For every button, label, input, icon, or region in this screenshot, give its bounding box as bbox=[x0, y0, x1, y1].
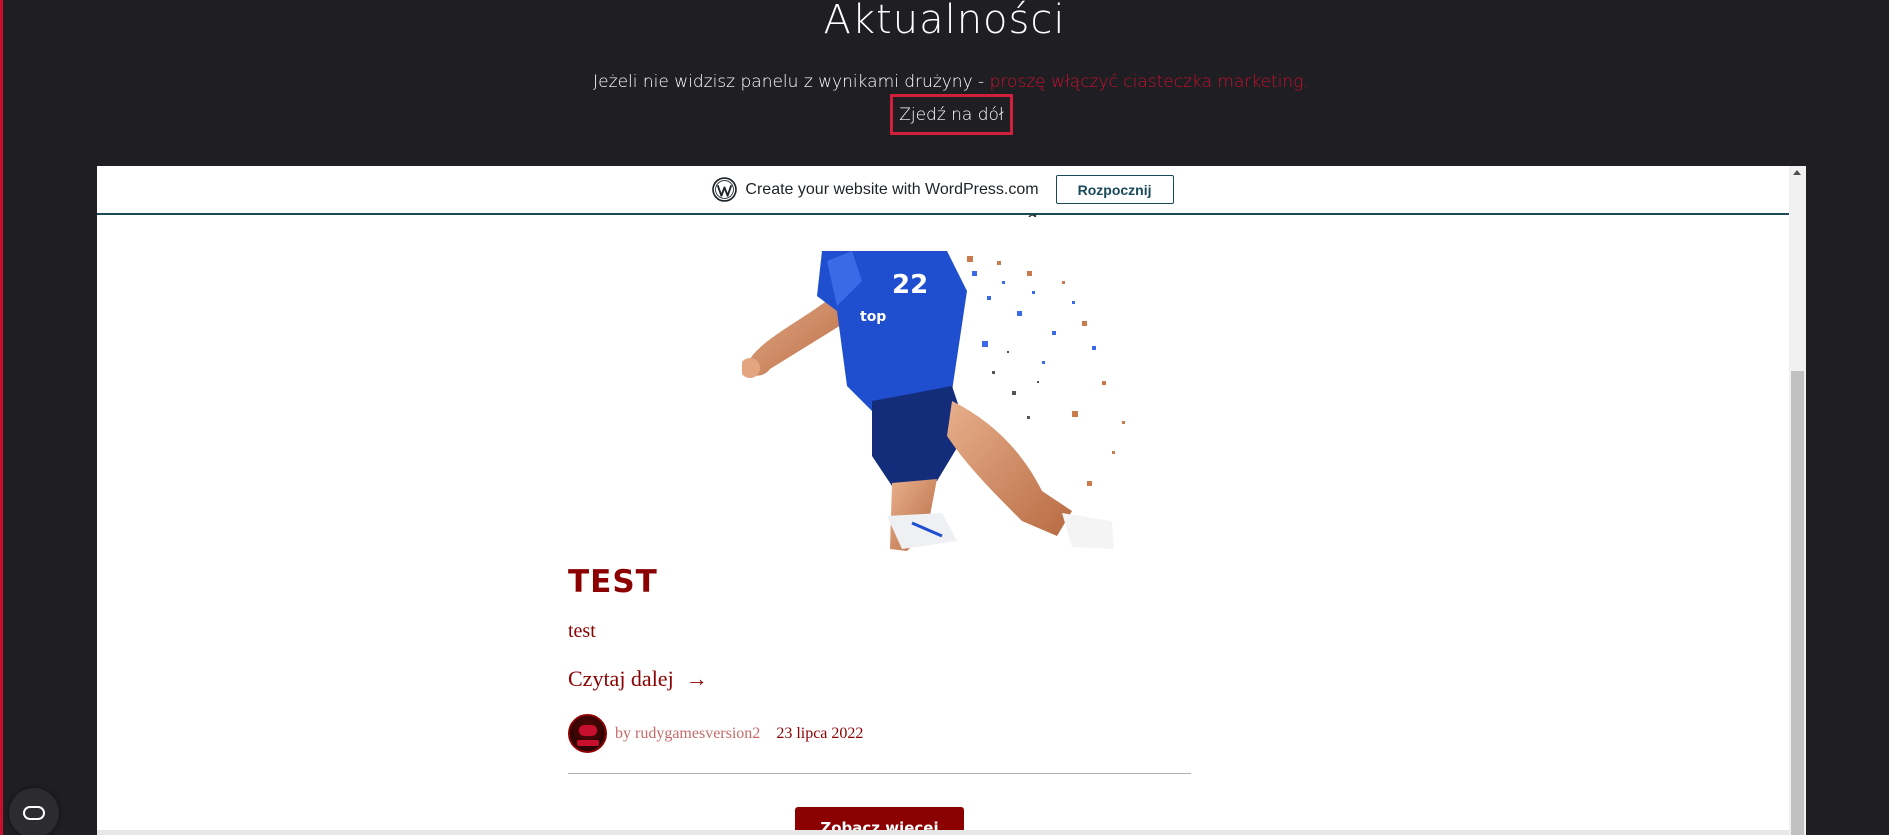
svg-text:top: top bbox=[860, 309, 886, 325]
frame-scrollbar[interactable] bbox=[1789, 166, 1806, 835]
scrollbar-thumb[interactable] bbox=[1791, 371, 1804, 835]
avatar-badge bbox=[576, 740, 599, 746]
wordpress-logo-icon[interactable] bbox=[712, 177, 738, 202]
cookie-notice: Jeżeli nie widzisz panelu z wynikami dru… bbox=[0, 72, 1889, 92]
read-more-label: Czytaj dalej bbox=[568, 666, 674, 691]
cookie-settings-button[interactable] bbox=[9, 788, 59, 835]
cookie-settings-icon bbox=[23, 806, 45, 820]
wordpress-banner: Create your website with WordPress.com R… bbox=[97, 166, 1789, 215]
embedded-news-frame: Create your website with WordPress.com R… bbox=[97, 166, 1806, 835]
scroll-down-button[interactable]: Zjedź na dół bbox=[890, 94, 1013, 135]
post-excerpt: test bbox=[568, 620, 596, 642]
post-title[interactable]: TEST bbox=[568, 564, 658, 600]
post-date[interactable]: 23 lipca 2022 bbox=[776, 725, 863, 743]
post-author[interactable]: by rudygamesversion2 bbox=[615, 725, 760, 743]
start-button[interactable]: Rozpocznij bbox=[1055, 175, 1174, 204]
frame-bottom-edge bbox=[97, 830, 1789, 835]
gamepad-icon bbox=[578, 725, 597, 736]
svg-text:22: 22 bbox=[892, 270, 928, 300]
enable-cookies-link[interactable]: proszę włączyć ciasteczka marketing. bbox=[990, 72, 1309, 92]
author-avatar[interactable] bbox=[568, 714, 607, 753]
wordpress-banner-text[interactable]: Create your website with WordPress.com bbox=[745, 181, 1038, 199]
post-meta: by rudygamesversion2 23 lipca 2022 bbox=[568, 714, 863, 753]
post-divider bbox=[568, 773, 1191, 774]
cookie-notice-text: Jeżeli nie widzisz panelu z wynikami dru… bbox=[593, 72, 990, 92]
page-title: Aktualności bbox=[823, 0, 1066, 43]
post-featured-image[interactable]: 22 top bbox=[742, 251, 1147, 551]
read-more-link[interactable]: Czytaj dalej → bbox=[568, 666, 708, 692]
left-accent-bar bbox=[0, 0, 3, 835]
arrow-right-icon: → bbox=[685, 666, 708, 691]
scroll-up-icon[interactable] bbox=[1793, 170, 1801, 175]
